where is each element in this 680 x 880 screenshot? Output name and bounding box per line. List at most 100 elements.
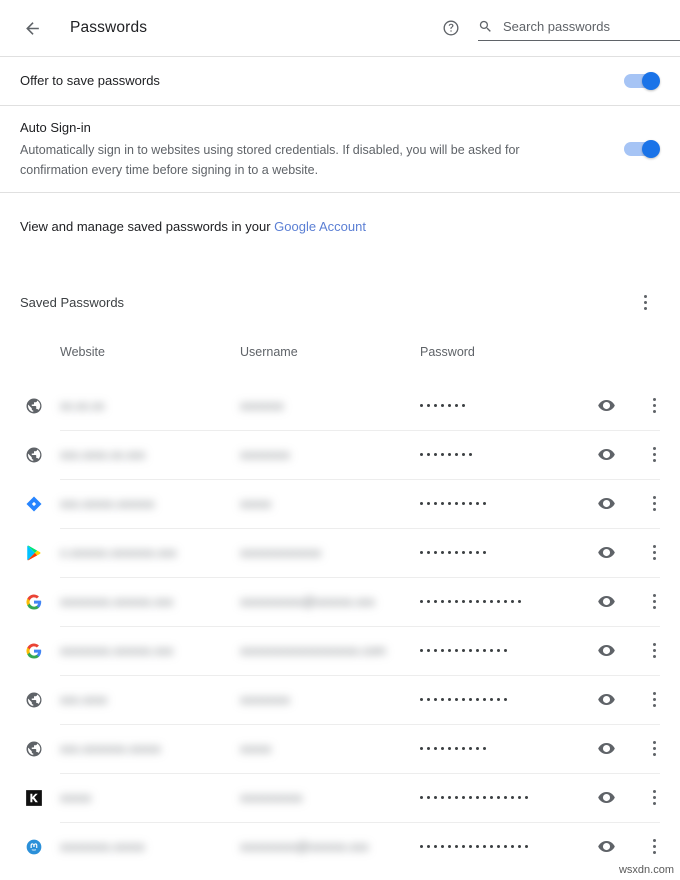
cell-row-menu[interactable] (632, 783, 676, 813)
cell-show-password[interactable] (580, 690, 632, 709)
username-value-redacted: xxxxxxxxxx@xxxxxx.xxx (240, 595, 375, 609)
search-input[interactable] (503, 19, 680, 34)
password-dot (462, 600, 465, 603)
cell-show-password[interactable] (580, 494, 632, 513)
password-dot (448, 502, 451, 505)
cell-row-menu[interactable] (632, 538, 676, 568)
cell-show-password[interactable] (580, 396, 632, 415)
table-row[interactable]: xx.xx.xxxxxxxxx (60, 381, 680, 430)
password-dot (511, 796, 514, 799)
kebab-menu-icon[interactable] (641, 685, 667, 715)
cell-show-password[interactable] (580, 641, 632, 660)
search-field[interactable] (478, 15, 680, 41)
cell-website: xxx.xxxx (60, 691, 240, 709)
password-masked-dots (420, 497, 580, 511)
eye-icon[interactable] (597, 837, 616, 856)
eye-icon[interactable] (597, 396, 616, 415)
password-dot (469, 502, 472, 505)
kebab-menu-icon[interactable] (641, 587, 667, 617)
password-dot (518, 796, 521, 799)
cell-show-password[interactable] (580, 445, 632, 464)
kebab-menu-icon[interactable] (641, 734, 667, 764)
eye-icon[interactable] (597, 543, 616, 562)
table-row[interactable]: xxx.xxxx.xx.xxxxxxxxxxx (60, 430, 680, 479)
kebab-dot (653, 796, 656, 799)
auto-signin-toggle[interactable] (624, 142, 658, 156)
eye-icon[interactable] (597, 739, 616, 758)
kebab-dot (653, 551, 656, 554)
kebab-dot (653, 741, 656, 744)
kebab-menu-icon[interactable] (641, 783, 667, 813)
username-value-redacted: xxxxxxxxx@xxxxxx.xxx (240, 840, 369, 854)
cell-row-menu[interactable] (632, 685, 676, 715)
back-button[interactable] (14, 10, 50, 46)
google-account-link[interactable]: Google Account (274, 219, 366, 234)
row-favicon (24, 837, 44, 857)
website-value-redacted: xx.xx.xx (60, 399, 104, 413)
password-dot (462, 404, 465, 407)
password-dot (504, 600, 507, 603)
eye-icon[interactable] (597, 641, 616, 660)
offer-to-save-label: Offer to save passwords (20, 71, 160, 91)
table-row[interactable]: xxx.xxxxx.xxxxxxxxxxx (60, 479, 680, 528)
cell-username: xxxxxxxxxxxxx (240, 544, 420, 562)
cell-password (420, 399, 580, 413)
cell-show-password[interactable] (580, 592, 632, 611)
cell-row-menu[interactable] (632, 391, 676, 421)
password-dot (420, 698, 423, 701)
password-dot (455, 404, 458, 407)
table-row[interactable]: xxxxxxxx.xxxxxxxxxxxxxx@xxxxxx.xxx (60, 822, 680, 871)
setting-row-auto-signin[interactable]: Auto Sign-in Automatically sign in to we… (0, 106, 680, 192)
cell-show-password[interactable] (580, 543, 632, 562)
kebab-dot (653, 655, 656, 658)
eye-icon[interactable] (597, 592, 616, 611)
cell-show-password[interactable] (580, 788, 632, 807)
cell-row-menu[interactable] (632, 832, 676, 862)
eye-icon[interactable] (597, 788, 616, 807)
help-button[interactable] (434, 11, 468, 45)
cell-show-password[interactable] (580, 837, 632, 856)
table-row[interactable]: xxxxxxxx.xxxxxx.xxxxxxxxxxxxxxxxxxxxxx.c… (60, 626, 680, 675)
cell-row-menu[interactable] (632, 636, 676, 666)
eye-icon[interactable] (597, 445, 616, 464)
cell-row-menu[interactable] (632, 489, 676, 519)
kebab-menu-icon[interactable] (641, 538, 667, 568)
offer-to-save-toggle[interactable] (624, 74, 658, 88)
table-row[interactable]: xxxxxxxx.xxxxxx.xxxxxxxxxxxxx@xxxxxx.xxx (60, 577, 680, 626)
cell-row-menu[interactable] (632, 734, 676, 764)
kebab-dot (653, 698, 656, 701)
password-dot (427, 649, 430, 652)
password-dot (420, 551, 423, 554)
kebab-dot (653, 753, 656, 756)
kebab-menu-icon[interactable] (641, 440, 667, 470)
password-dot (441, 796, 444, 799)
eye-icon[interactable] (597, 494, 616, 513)
password-dot (462, 796, 465, 799)
kebab-menu-icon[interactable] (641, 391, 667, 421)
cell-username: xxxxxxxxxx@xxxxxx.xxx (240, 593, 420, 611)
cell-show-password[interactable] (580, 739, 632, 758)
kebab-menu-icon[interactable] (641, 489, 667, 519)
password-dot (462, 649, 465, 652)
cell-password (420, 595, 580, 609)
kebab-menu-icon[interactable] (641, 636, 667, 666)
table-row[interactable]: xxxxxxxxxxxxxxx (60, 773, 680, 822)
kebab-dot (653, 447, 656, 450)
globe-icon (25, 446, 43, 464)
globe-icon (25, 740, 43, 758)
cell-row-menu[interactable] (632, 587, 676, 617)
password-masked-dots (420, 791, 580, 805)
password-dot (490, 600, 493, 603)
table-row[interactable]: xxx.xxxxxxx.xxxxxxxxxx (60, 724, 680, 773)
password-masked-dots (420, 399, 580, 413)
table-row[interactable]: xxx.xxxxxxxxxxxx (60, 675, 680, 724)
table-row[interactable]: x.xxxxxx.xxxxxxx.xxxxxxxxxxxxxxxx (60, 528, 680, 577)
kebab-dot (653, 600, 656, 603)
setting-row-offer-to-save[interactable]: Offer to save passwords (0, 57, 680, 105)
cell-row-menu[interactable] (632, 440, 676, 470)
saved-passwords-overflow-button[interactable] (632, 287, 658, 317)
row-favicon (24, 690, 44, 710)
eye-icon[interactable] (597, 690, 616, 709)
kebab-menu-icon[interactable] (641, 832, 667, 862)
password-dot (448, 845, 451, 848)
